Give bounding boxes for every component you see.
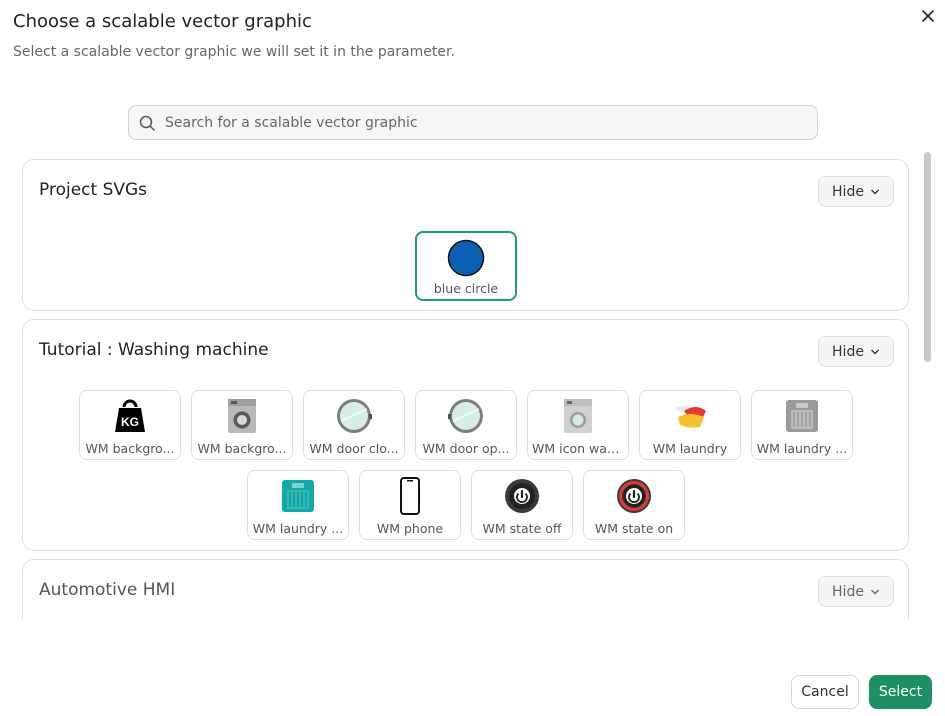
tile-label: WM phone — [376, 521, 444, 536]
svg-tile[interactable]: blue circle — [415, 231, 517, 301]
tile-label: WM door clo... — [309, 441, 399, 456]
tile-label: WM laundry ... — [252, 521, 344, 536]
tile-label: blue circle — [433, 281, 499, 296]
select-button[interactable]: Select — [869, 675, 932, 709]
chevron-down-icon — [870, 189, 879, 194]
tile-label: WM laundry — [652, 441, 728, 456]
washer-small-icon — [564, 399, 592, 433]
tile-label: WM state on — [594, 521, 674, 536]
phone-icon — [400, 477, 420, 515]
chevron-down-icon — [870, 349, 879, 354]
scrollbar[interactable] — [924, 152, 931, 362]
svg-tile[interactable]: WM laundry — [639, 390, 741, 460]
section-washing-machine: Tutorial : Washing machine Hide KG WM ba… — [22, 319, 909, 551]
section-title: Automotive HMI — [39, 580, 176, 600]
tile-label: WM door op... — [422, 441, 510, 456]
svg-tile[interactable]: WM backgro... — [191, 390, 293, 460]
section-title: Tutorial : Washing machine — [39, 340, 269, 360]
dialog-title: Choose a scalable vector graphic — [13, 11, 312, 32]
hide-label: Hide — [832, 183, 864, 200]
power-off-icon — [505, 479, 539, 513]
svg-tile[interactable]: WM door clo... — [303, 390, 405, 460]
svg-list: Project SVGs Hide blue circle Tutorial :… — [22, 158, 909, 620]
svg-tile[interactable]: KG WM backgro... — [79, 390, 181, 460]
tile-label: WM laundry ... — [756, 441, 848, 456]
section-automotive-hmi: Automotive HMI Hide — [22, 559, 909, 620]
search-box — [128, 105, 818, 140]
section-project-svgs: Project SVGs Hide blue circle — [22, 159, 909, 311]
kg-weight-icon: KG — [115, 399, 145, 432]
hide-button[interactable]: Hide — [818, 576, 894, 607]
chevron-down-icon — [870, 589, 879, 594]
tile-label: WM icon was... — [532, 441, 624, 456]
hide-button[interactable]: Hide — [818, 336, 894, 367]
door-open-icon — [448, 399, 483, 433]
laundry-grey-icon — [786, 400, 818, 432]
svg-tile[interactable]: WM door op... — [415, 390, 517, 460]
washing-machine-icon — [228, 399, 256, 433]
hide-button[interactable]: Hide — [818, 176, 894, 207]
svg-tile[interactable]: WM laundry ... — [247, 470, 349, 540]
tile-label: WM state off — [482, 521, 562, 536]
blue-circle-icon — [447, 239, 485, 277]
search-input[interactable] — [163, 113, 803, 132]
svg-tile[interactable]: WM laundry ... — [751, 390, 853, 460]
section-title: Project SVGs — [39, 180, 148, 200]
hide-label: Hide — [832, 343, 864, 360]
hide-label: Hide — [832, 583, 864, 600]
close-icon — [922, 10, 934, 22]
door-closed-icon — [337, 399, 372, 433]
tile-label: WM backgro... — [85, 441, 175, 456]
power-on-icon — [617, 479, 651, 513]
laundry-teal-icon — [282, 480, 314, 512]
svg-tile[interactable]: WM state off — [471, 470, 573, 540]
tile-label: WM backgro... — [197, 441, 287, 456]
svg-text:KG: KG — [121, 415, 139, 429]
cancel-button[interactable]: Cancel — [791, 675, 859, 709]
laundry-icon — [674, 406, 706, 428]
svg-tile[interactable]: WM icon was... — [527, 390, 629, 460]
close-button[interactable] — [918, 6, 938, 26]
svg-tile[interactable]: WM phone — [359, 470, 461, 540]
search-icon — [139, 115, 155, 131]
svg-tile[interactable]: WM state on — [583, 470, 685, 540]
dialog-subtitle: Select a scalable vector graphic we will… — [13, 44, 455, 60]
